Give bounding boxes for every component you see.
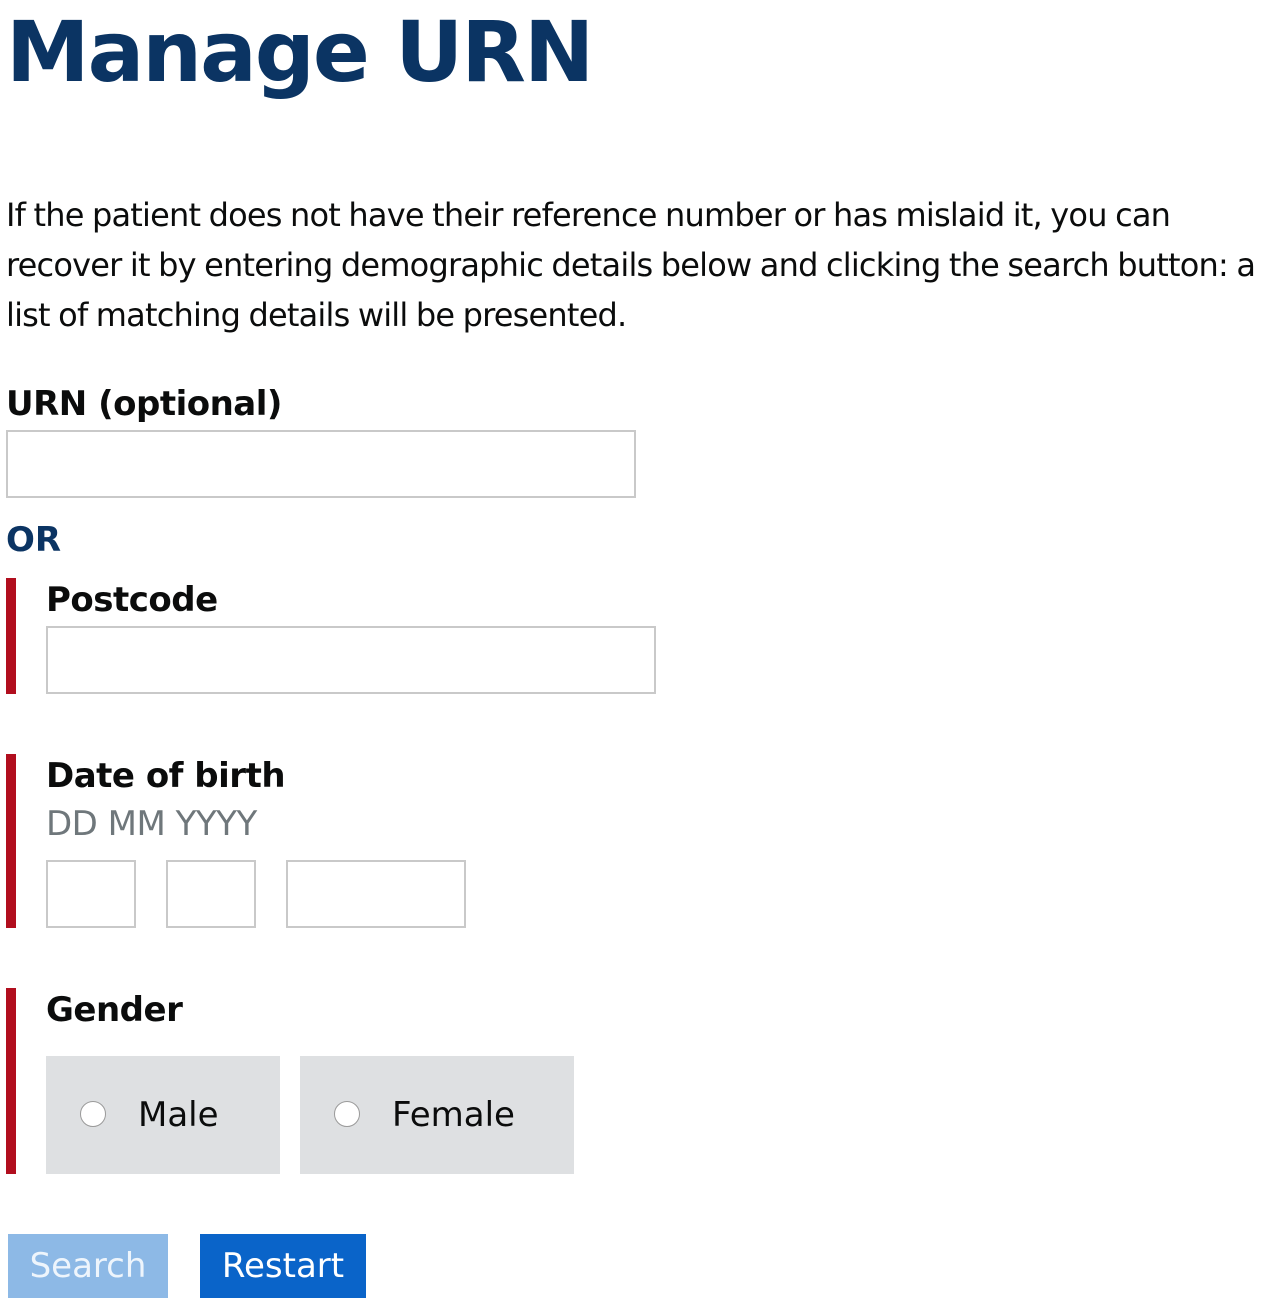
gender-option-label: Female (392, 1095, 515, 1135)
radio-button-male[interactable] (80, 1101, 106, 1127)
intro-text: If the patient does not have their refer… (6, 196, 1256, 334)
date-of-birth-label: Date of birth (46, 756, 286, 796)
restart-button[interactable]: Restart (200, 1234, 366, 1298)
postcode-error-bar (6, 578, 16, 694)
gender-option-female[interactable]: Female (300, 1056, 574, 1174)
urn-input[interactable] (6, 430, 636, 498)
date-of-birth-error-bar (6, 754, 16, 928)
gender-option-male[interactable]: Male (46, 1056, 280, 1174)
gender-option-label: Male (138, 1095, 219, 1135)
postcode-label: Postcode (46, 580, 218, 620)
search-button[interactable]: Search (8, 1234, 168, 1298)
postcode-input[interactable] (46, 626, 656, 694)
dob-month-input[interactable] (166, 860, 256, 928)
radio-button-female[interactable] (334, 1101, 360, 1127)
page-title: Manage URN (6, 3, 594, 101)
or-separator: OR (6, 520, 62, 560)
urn-label: URN (optional) (6, 384, 282, 424)
dob-year-input[interactable] (286, 860, 466, 928)
gender-error-bar (6, 988, 16, 1174)
gender-label: Gender (46, 990, 183, 1030)
dob-day-input[interactable] (46, 860, 136, 928)
date-of-birth-hint: DD MM YYYY (46, 804, 257, 844)
